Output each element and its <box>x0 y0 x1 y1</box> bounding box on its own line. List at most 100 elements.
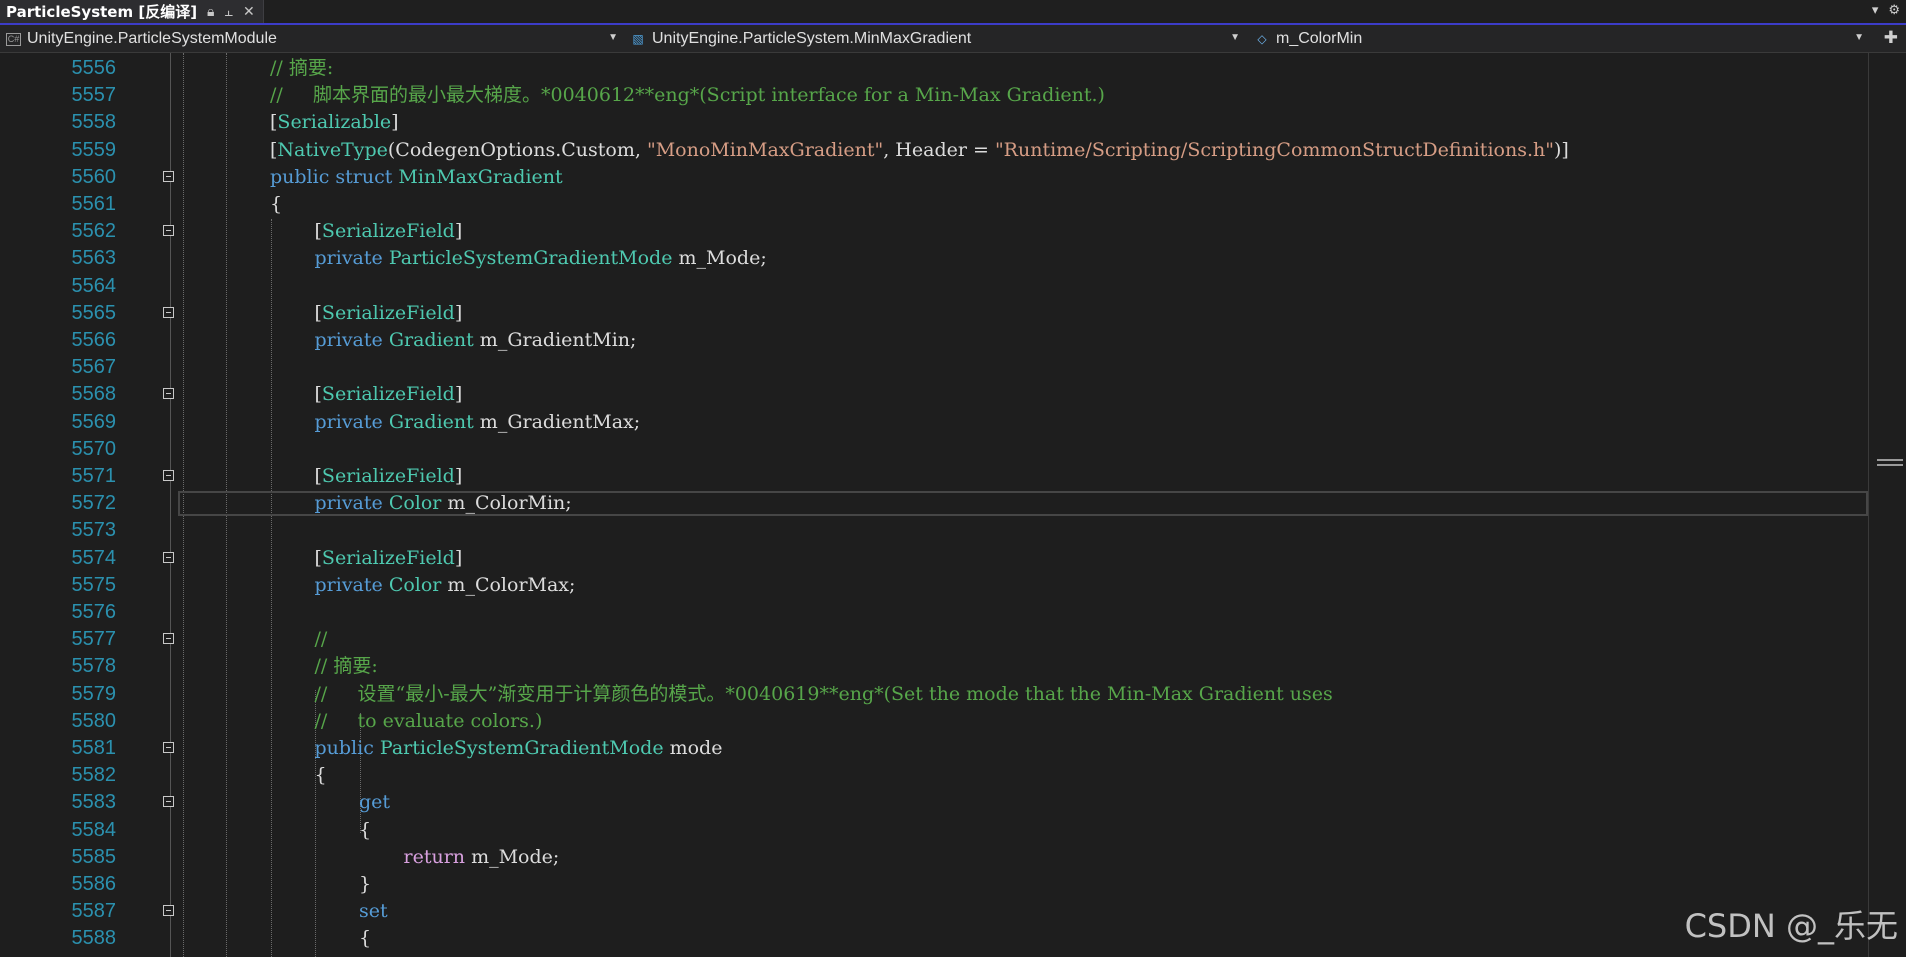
code-text: [SerializeField] <box>315 463 463 490</box>
code-token: m_GradientMin; <box>473 329 637 351</box>
code-editor[interactable]: 5556 // 摘要: 5557 // 脚本界面的最小最大梯度。*0040612**e… <box>0 53 1906 957</box>
code-token: ParticleSystemGradientMode <box>388 247 673 270</box>
code-token: SerializeField <box>321 220 455 243</box>
close-icon[interactable]: ✕ <box>243 4 255 20</box>
code-token: [ <box>314 383 322 406</box>
code-line[interactable]: 5563 private ParticleSystemGradientMode m… <box>0 245 1866 272</box>
collapse-icon[interactable] <box>163 905 174 917</box>
code-line[interactable]: 5586} <box>0 871 1866 898</box>
code-text: // 摘要: <box>315 653 378 680</box>
line-number: 5564 <box>71 274 117 297</box>
code-line[interactable]: 5587 set <box>0 898 1866 925</box>
code-token: private <box>314 492 389 515</box>
navigation-bar: C# UnityEngine.ParticleSystemModule ▼ ▧ … <box>0 25 1906 53</box>
collapse-icon[interactable] <box>163 306 174 318</box>
collapse-icon[interactable] <box>163 470 174 481</box>
document-tab[interactable]: ParticleSystem [反编译] 🔒︎ ⫠ ✕ <box>0 0 264 23</box>
code-text: { <box>359 817 371 844</box>
gear-icon[interactable]: ⚙ <box>1888 2 1900 18</box>
line-number: 5563 <box>71 247 117 270</box>
code-line[interactable]: 5573 <box>0 517 1866 544</box>
code-line[interactable]: 5557 // 脚本界面的最小最大梯度。*0040612**eng*(Script… <box>0 82 1866 109</box>
type-dropdown[interactable]: ▧ UnityEngine.ParticleSystem.MinMaxGradi… <box>626 28 1244 50</box>
collapse-icon[interactable] <box>163 796 174 808</box>
collapse-icon[interactable] <box>163 742 174 753</box>
line-number: 5574 <box>71 546 117 569</box>
code-line[interactable]: 5580 // to evaluate colors.) <box>0 708 1866 735</box>
code-line[interactable]: 5562 [SerializeField] <box>0 218 1866 245</box>
line-number: 5566 <box>71 329 117 351</box>
collapse-icon[interactable] <box>163 225 174 237</box>
line-number: 5579 <box>71 682 117 705</box>
code-line[interactable]: 5581 public ParticleSystemGradientMode mo… <box>0 735 1866 762</box>
chevron-down-icon: ▼ <box>1854 32 1864 43</box>
split-window-icon[interactable]: ✚ <box>1884 28 1898 48</box>
collapse-icon[interactable] <box>163 388 174 400</box>
line-number: 5558 <box>71 111 117 134</box>
collapse-icon[interactable] <box>163 170 174 182</box>
code-token: } <box>359 873 372 895</box>
code-token: ] <box>454 465 463 487</box>
line-number: 5584 <box>71 818 117 841</box>
member-dropdown-label: m_ColorMin <box>1276 30 1363 47</box>
code-line[interactable]: 5578 // 摘要: <box>0 653 1866 680</box>
code-token: // 脚本界面的最小最大梯度。*0040612**eng*(Script int… <box>270 84 1105 107</box>
private-field-icon: ◇ <box>1257 32 1267 46</box>
code-line[interactable]: 5558 [Serializable] <box>0 109 1866 136</box>
code-line[interactable]: 5571 [SerializeField] <box>0 463 1866 490</box>
code-line[interactable]: 5561 { <box>0 191 1866 218</box>
chevron-down-icon: ▼ <box>1230 32 1240 43</box>
code-line[interactable]: 5569 private Gradient m_GradientMax; <box>0 409 1866 436</box>
pin-icon[interactable]: ⫠ <box>225 4 233 20</box>
code-line[interactable]: 5579 // 设置“最小-最大”渐变用于计算颜色的模式。*0040619**en… <box>0 681 1866 708</box>
line-number: 5556 <box>71 57 117 79</box>
code-line[interactable]: 5559 [NativeType(CodegenOptions.Custom, "… <box>0 137 1866 164</box>
code-token: public <box>314 737 380 759</box>
code-line[interactable]: 5584 { <box>0 817 1866 844</box>
code-line[interactable]: 5577 // <box>0 626 1866 653</box>
code-line[interactable]: 5568 [SerializeField] <box>0 381 1866 408</box>
code-token: m_ColorMax; <box>441 573 576 596</box>
code-line[interactable]: 5585 return m_Mode; <box>0 844 1866 871</box>
code-line[interactable]: 5560 public struct MinMaxGradient <box>0 164 1866 191</box>
code-token: private <box>314 247 389 270</box>
collapse-icon[interactable] <box>163 633 174 645</box>
code-line[interactable]: 5570 <box>0 436 1866 463</box>
code-text: private Color m_ColorMin; <box>315 490 572 517</box>
code-line[interactable]: 5583 get <box>0 789 1866 816</box>
code-line[interactable]: 5567 <box>0 354 1866 381</box>
code-text: [SerializeField] <box>315 300 463 327</box>
line-number: 5571 <box>71 465 117 487</box>
scrollbar-thumb-marker[interactable] <box>1877 459 1903 461</box>
vertical-scrollbar[interactable] <box>1868 53 1906 957</box>
code-line[interactable]: 5582 { <box>0 762 1866 789</box>
line-number: 5577 <box>71 628 117 651</box>
line-number: 5587 <box>71 900 117 923</box>
code-line[interactable]: 5566 private Gradient m_GradientMin; <box>0 327 1866 354</box>
line-number: 5569 <box>71 410 117 433</box>
code-line[interactable]: 5565 [SerializeField] <box>0 300 1866 327</box>
code-text: // to evaluate colors.) <box>315 708 543 735</box>
code-token: Gradient <box>388 410 474 433</box>
code-line[interactable]: 5576 <box>0 599 1866 626</box>
code-text: public ParticleSystemGradientMode mode <box>315 735 723 762</box>
code-line[interactable]: 5564 <box>0 273 1866 300</box>
line-number: 5562 <box>71 220 117 243</box>
code-token: // 摘要: <box>314 655 378 678</box>
code-token: // 设置“最小-最大”渐变用于计算颜色的模式。*0040619**eng*(S… <box>314 682 1333 705</box>
code-line[interactable]: 5556 // 摘要: <box>0 55 1866 82</box>
line-number: 5561 <box>71 193 117 215</box>
watermark: CSDN @_乐无 <box>1684 907 1898 945</box>
code-line[interactable]: 5572 private Color m_ColorMin; <box>0 490 1866 517</box>
member-dropdown[interactable]: ◇ m_ColorMin ▼ <box>1250 28 1868 50</box>
code-token: )] <box>1553 138 1569 161</box>
code-token: Serializable <box>277 111 392 134</box>
project-dropdown[interactable]: C# UnityEngine.ParticleSystemModule ▼ <box>2 28 622 50</box>
line-number: 5583 <box>71 791 117 814</box>
code-line[interactable]: 5574 [SerializeField] <box>0 545 1866 572</box>
code-line[interactable]: 5588 { <box>0 925 1866 952</box>
collapse-icon[interactable] <box>163 551 174 563</box>
code-token: set <box>359 900 388 923</box>
tab-list-dropdown-icon[interactable]: ▾ <box>1872 2 1879 18</box>
code-line[interactable]: 5575 private Color m_ColorMax; <box>0 572 1866 599</box>
